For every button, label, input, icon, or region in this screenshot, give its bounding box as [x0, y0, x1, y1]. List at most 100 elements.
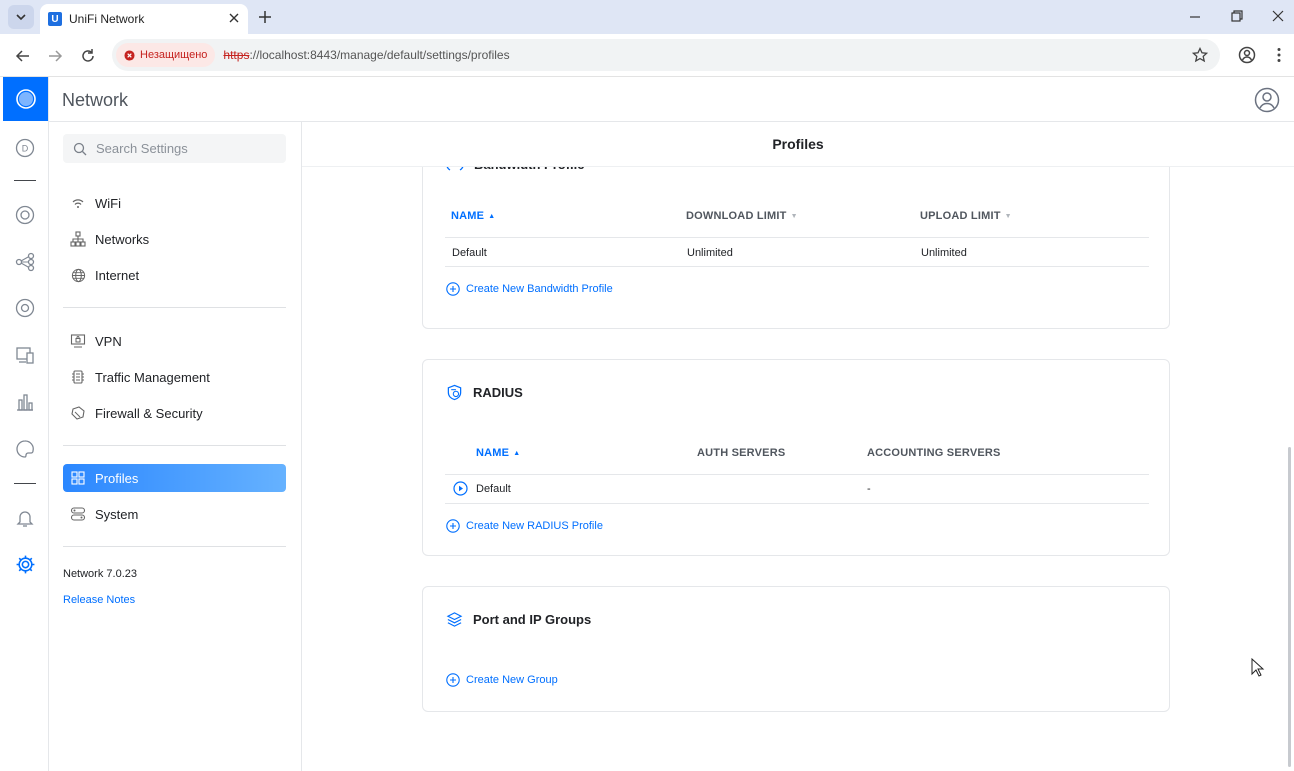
- wifi-icon: [72, 199, 84, 208]
- insights-icon[interactable]: [15, 439, 35, 459]
- table-divider: [445, 474, 1149, 475]
- window-close-icon[interactable]: [1271, 9, 1285, 23]
- app-title: Network: [62, 90, 129, 110]
- play-circle-icon[interactable]: [453, 481, 468, 496]
- back-icon[interactable]: [15, 48, 31, 64]
- tab-title: UniFi Network: [69, 12, 145, 26]
- card-title: RADIUS: [473, 385, 523, 400]
- table-cell-upload: Unlimited: [921, 247, 967, 259]
- sidebar-item-label: Networks: [95, 231, 150, 247]
- scrollbar-thumb[interactable]: [1288, 447, 1291, 767]
- main-content: Profiles Bandwidth Profile NAME▲ DOWNLOA…: [302, 122, 1294, 771]
- column-header-name[interactable]: NAME ▲: [451, 210, 495, 222]
- sidebar-item-networks[interactable]: Networks: [63, 225, 286, 253]
- url-text[interactable]: https://localhost:8443/manage/default/se…: [223, 48, 509, 62]
- sidebar-divider: [63, 445, 286, 446]
- column-header-auth-servers[interactable]: AUTH SERVERS: [697, 447, 785, 459]
- create-bandwidth-profile-button[interactable]: Create New Bandwidth Profile: [446, 282, 613, 296]
- mouse-cursor-icon: [1251, 658, 1265, 677]
- create-radius-profile-button[interactable]: Create New RADIUS Profile: [446, 519, 603, 533]
- url-rest: ://localhost:8443/manage/default/setting…: [249, 48, 510, 62]
- sidebar-item-traffic-management[interactable]: Traffic Management: [63, 363, 286, 391]
- search-icon: [73, 142, 87, 155]
- chevron-down-icon: [16, 14, 26, 21]
- main-scrollbar[interactable]: [1286, 167, 1294, 771]
- column-header-accounting-servers[interactable]: ACCOUNTING SERVERS: [867, 447, 1001, 459]
- column-header-download-limit[interactable]: DOWNLOAD LIMIT ▼: [686, 210, 798, 222]
- sidebar-item-profiles[interactable]: Profiles: [63, 464, 286, 492]
- sidebar-item-vpn[interactable]: VPN: [63, 327, 286, 355]
- profiles-icon: [71, 471, 85, 485]
- browser-tab-bar: U UniFi Network: [0, 0, 1294, 34]
- sidebar-item-label: System: [95, 506, 139, 522]
- app-header: Network: [49, 77, 1294, 122]
- reload-icon[interactable]: [80, 48, 96, 64]
- svg-text:D: D: [22, 144, 29, 154]
- warning-icon: [124, 49, 135, 61]
- address-bar[interactable]: Незащищено https://localhost:8443/manage…: [112, 39, 1220, 71]
- sidebar-item-firewall-security[interactable]: Firewall & Security: [63, 399, 286, 427]
- plus-circle-icon: [446, 673, 460, 687]
- app-nav-rail: D: [0, 77, 49, 771]
- device-monitor-icon[interactable]: [15, 345, 35, 365]
- sidebar-item-label: Traffic Management: [95, 369, 210, 385]
- insecure-label: Незащищено: [140, 49, 208, 61]
- clients-icon[interactable]: [15, 298, 35, 318]
- url-scheme: https: [223, 48, 250, 62]
- devices-tree-icon[interactable]: [15, 252, 35, 272]
- plus-circle-icon: [446, 519, 460, 533]
- search-box[interactable]: [63, 134, 286, 163]
- shield-icon: [71, 406, 85, 420]
- forward-icon[interactable]: [47, 48, 63, 64]
- column-header-name[interactable]: NAME ▲: [476, 447, 520, 459]
- table-cell-download: Unlimited: [687, 247, 733, 259]
- table-divider: [445, 503, 1149, 504]
- settings-sidebar: WiFi Networks Internet VPN Traffic Manag…: [49, 122, 302, 771]
- create-group-button[interactable]: Create New Group: [446, 673, 558, 687]
- radius-card: RADIUS NAME ▲ AUTH SERVERS ACCOUNTING SER…: [422, 359, 1170, 556]
- profile-icon[interactable]: [1238, 46, 1256, 64]
- close-icon[interactable]: [228, 12, 240, 24]
- table-cell-name[interactable]: Default: [452, 247, 487, 259]
- browser-tab[interactable]: U UniFi Network: [40, 4, 248, 34]
- sidebar-item-label: Profiles: [95, 470, 139, 486]
- sidebar-item-system[interactable]: System: [63, 500, 286, 528]
- globe-icon: [71, 268, 85, 282]
- sidebar-item-wifi[interactable]: WiFi: [63, 189, 286, 217]
- table-divider: [445, 237, 1149, 238]
- create-label: Create New RADIUS Profile: [466, 520, 603, 532]
- kebab-menu-icon[interactable]: [1276, 47, 1282, 63]
- unifi-logo-icon: [15, 89, 36, 109]
- sidebar-item-label: Firewall & Security: [95, 405, 203, 421]
- table-cell-accounting-servers: -: [867, 483, 871, 495]
- notifications-bell-icon[interactable]: [15, 508, 35, 528]
- unifi-logo[interactable]: [3, 77, 48, 121]
- traffic-icon: [72, 370, 84, 384]
- tab-search-button[interactable]: [8, 5, 34, 29]
- new-tab-icon[interactable]: [257, 9, 273, 25]
- topology-icon[interactable]: [15, 205, 35, 225]
- browser-toolbar: Незащищено https://localhost:8443/manage…: [0, 34, 1294, 77]
- search-input[interactable]: [96, 141, 276, 156]
- port-ip-groups-card: Port and IP Groups Create New Group: [422, 586, 1170, 712]
- create-label: Create New Group: [466, 674, 558, 686]
- settings-gear-icon[interactable]: [15, 554, 36, 575]
- minimize-icon[interactable]: [1188, 9, 1202, 23]
- card-title: Port and IP Groups: [473, 612, 592, 627]
- table-cell-name[interactable]: Default: [476, 483, 511, 495]
- security-chip[interactable]: Незащищено: [116, 43, 216, 67]
- system-icon: [70, 507, 86, 521]
- plus-circle-icon: [446, 282, 460, 296]
- column-header-upload-limit[interactable]: UPLOAD LIMIT ▼: [920, 210, 1012, 222]
- user-avatar-icon[interactable]: [1254, 87, 1280, 113]
- card-header: Port and IP Groups: [446, 611, 591, 628]
- rail-divider: [14, 180, 36, 181]
- bookmark-star-icon[interactable]: [1192, 47, 1208, 63]
- networks-icon: [70, 231, 86, 247]
- sidebar-item-internet[interactable]: Internet: [63, 261, 286, 289]
- restore-icon[interactable]: [1230, 9, 1244, 23]
- dashboard-icon[interactable]: D: [15, 138, 35, 158]
- statistics-icon[interactable]: [15, 392, 35, 412]
- release-notes-link[interactable]: Release Notes: [63, 594, 135, 606]
- sidebar-divider: [63, 546, 286, 547]
